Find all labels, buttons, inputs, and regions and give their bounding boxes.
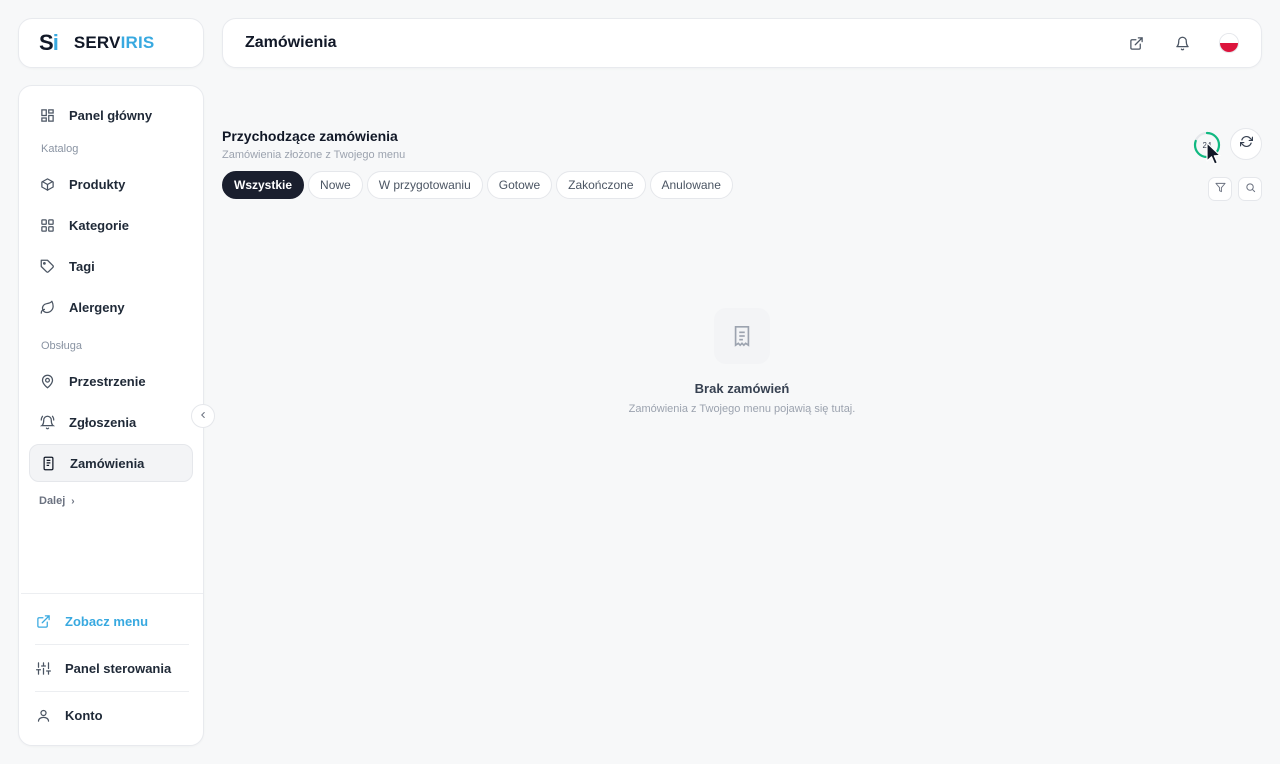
sidebar-item-label: Zgłoszenia	[69, 414, 137, 430]
sidebar-item-spaces[interactable]: Przestrzenie	[29, 362, 193, 400]
empty-state-subtitle: Zamówienia z Twojego menu pojawią się tu…	[628, 403, 856, 415]
sidebar-divider	[35, 691, 189, 692]
chevron-left-icon	[198, 410, 208, 423]
filter-button[interactable]	[1208, 177, 1232, 201]
tab-cancelled[interactable]: Anulowane	[649, 171, 733, 199]
sidebar-item-requests[interactable]: Zgłoszenia	[29, 403, 193, 441]
sidebar-item-orders[interactable]: Zamówienia	[29, 444, 193, 482]
logo[interactable]: Si SERVIRIS	[18, 18, 204, 68]
map-pin-icon	[39, 373, 55, 389]
sidebar-more-link[interactable]: Dalej ›	[29, 490, 193, 512]
timer-value: 24	[1202, 140, 1212, 150]
empty-state-title: Brak zamówień	[694, 381, 790, 396]
sidebar-item-categories[interactable]: Kategorie	[29, 206, 193, 244]
tab-new[interactable]: Nowe	[308, 171, 363, 199]
sidebar: Panel główny Katalog Produkty Kategorie …	[18, 85, 204, 746]
sidebar-item-control-panel[interactable]: Panel sterowania	[25, 649, 199, 687]
sidebar-item-label: Produkty	[69, 176, 126, 192]
sidebar-item-tags[interactable]: Tagi	[29, 247, 193, 285]
tag-icon	[39, 258, 55, 274]
auto-refresh-timer[interactable]: 24	[1192, 130, 1222, 160]
tab-completed[interactable]: Zakończone	[556, 171, 646, 199]
top-header: Zamówienia	[222, 18, 1262, 68]
sidebar-divider	[35, 644, 189, 645]
sidebar-divider	[21, 593, 203, 594]
tab-ready[interactable]: Gotowe	[486, 171, 553, 199]
receipt-icon	[714, 308, 770, 364]
sidebar-item-label: Panel sterowania	[65, 660, 172, 676]
user-icon	[35, 707, 51, 723]
empty-state: Brak zamówień Zamówienia z Twojego menu …	[222, 308, 1262, 415]
sidebar-item-label: Zamówienia	[70, 455, 145, 471]
sidebar-item-label: Zobacz menu	[65, 613, 149, 629]
sidebar-item-account[interactable]: Konto	[25, 696, 199, 734]
sidebar-item-label: Alergeny	[69, 299, 125, 315]
status-tabs: Wszystkie Nowe W przygotowaniu Gotowe Za…	[222, 171, 1262, 199]
grid-dashboard-icon	[39, 107, 55, 123]
tab-in-preparation[interactable]: W przygotowaniu	[366, 171, 483, 199]
tab-all[interactable]: Wszystkie	[222, 171, 305, 199]
sidebar-item-label: Kategorie	[69, 217, 129, 233]
sidebar-section-service: Obsługa	[41, 340, 82, 352]
sidebar-item-label: Przestrzenie	[69, 373, 146, 389]
grid-icon	[39, 217, 55, 233]
search-button[interactable]	[1238, 177, 1262, 201]
logo-wordmark: SERVIRIS	[73, 33, 155, 52]
sidebar-item-label: Tagi	[69, 258, 95, 274]
sidebar-item-products[interactable]: Produkty	[29, 165, 193, 203]
box-icon	[39, 176, 55, 192]
sidebar-item-label: Panel główny	[69, 107, 153, 123]
page-title: Zamówienia	[245, 34, 337, 51]
sidebar-item-allergens[interactable]: Alergeny	[29, 288, 193, 326]
receipt-icon	[40, 455, 56, 471]
refresh-button[interactable]	[1230, 128, 1262, 160]
orders-panel: Przychodzące zamówienia Zamówienia złożo…	[222, 128, 1262, 199]
sidebar-section-catalog: Katalog	[41, 143, 79, 155]
external-link-icon[interactable]	[1127, 34, 1145, 52]
bell-icon[interactable]	[1173, 34, 1191, 52]
bell-ring-icon	[39, 414, 55, 430]
refresh-icon	[1239, 135, 1253, 153]
sidebar-item-dashboard[interactable]: Panel główny	[29, 96, 193, 134]
leaf-icon	[39, 299, 55, 315]
sidebar-item-view-menu[interactable]: Zobacz menu	[25, 602, 199, 640]
section-subtitle: Zamówienia złożone z Twojego menu	[222, 149, 406, 161]
section-title: Przychodzące zamówienia	[222, 128, 398, 144]
search-icon	[1245, 180, 1256, 198]
polish-flag-icon[interactable]	[1219, 33, 1239, 53]
sidebar-collapse-button[interactable]	[191, 404, 215, 428]
logo-mark: Si	[39, 30, 59, 55]
external-link-icon	[35, 613, 51, 629]
chevron-right-icon: ›	[71, 495, 75, 507]
sliders-icon	[35, 660, 51, 676]
filter-icon	[1214, 180, 1226, 198]
sidebar-item-label: Konto	[65, 707, 103, 723]
